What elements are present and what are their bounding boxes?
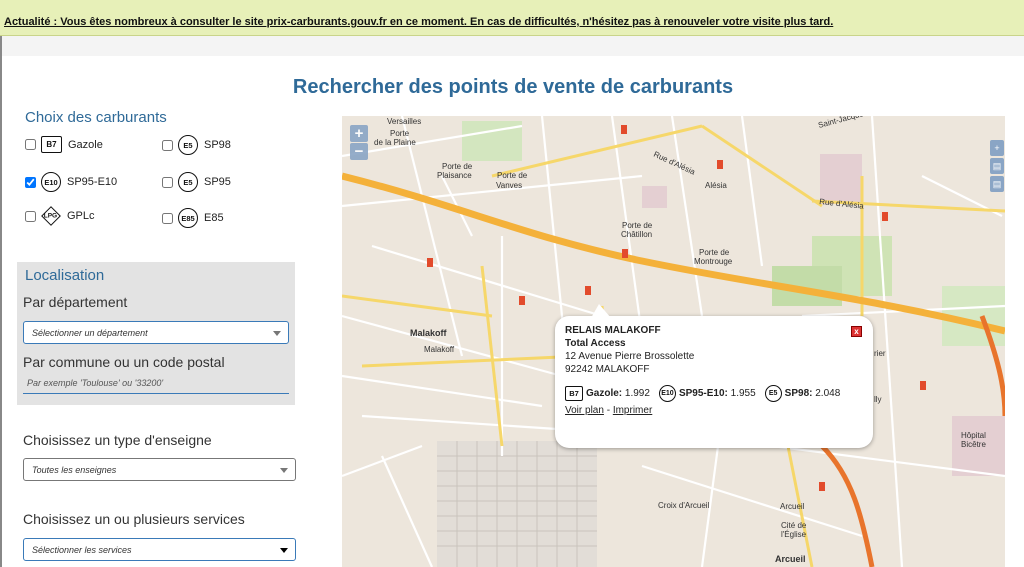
fuel-label: SP95	[204, 176, 231, 188]
fuels-title: Choix des carburants	[25, 109, 167, 126]
enseigne-select-value: Toutes les enseignes	[32, 464, 117, 475]
fuel-label: GPLc	[67, 210, 95, 222]
fuel-label: SP95-E10	[67, 176, 118, 188]
news-banner[interactable]: Actualité : Vous êtes nombreux à consult…	[0, 0, 1024, 36]
localisation-title: Localisation	[25, 267, 105, 284]
view-plan-link[interactable]: Voir plan	[565, 405, 604, 416]
price-fuel: Gazole:	[586, 388, 623, 399]
price-sp95-e10: E10 SP95-E10: 1.955	[658, 385, 756, 402]
enseigne-label: Choisissez un type d'enseigne	[23, 432, 212, 448]
services-select-value: Sélectionner les services	[32, 544, 132, 555]
svg-text:Porte de: Porte de	[442, 162, 473, 171]
svg-text:Croix d'Arcueil: Croix d'Arcueil	[658, 501, 710, 510]
top-strip	[2, 36, 1024, 56]
fuel-label: E85	[204, 212, 224, 224]
svg-text:Porte de: Porte de	[622, 221, 653, 230]
e85-icon: E85	[178, 208, 198, 228]
svg-text:Cité de: Cité de	[781, 521, 807, 530]
chevron-down-icon	[280, 467, 288, 473]
zoom-controls: + −	[350, 125, 368, 161]
map-side-controls: + ▤ ▤	[990, 140, 1004, 196]
e5-icon: E5	[178, 172, 198, 192]
layers-icon[interactable]: ▤	[990, 158, 1004, 174]
e5-icon: E5	[178, 135, 198, 155]
svg-text:Arcueil: Arcueil	[780, 502, 805, 511]
e10-icon: E10	[41, 172, 61, 192]
lpg-icon-text: LPG	[44, 212, 58, 220]
price-gazole: B7 Gazole: 1.992	[565, 386, 650, 401]
price-sp98: E5 SP98: 2.048	[764, 385, 841, 402]
price-value: 1.992	[624, 388, 650, 399]
svg-text:Porte de: Porte de	[699, 248, 730, 257]
department-select-value: Sélectionner un département	[32, 327, 148, 338]
layers-plus-icon[interactable]: +	[990, 140, 1004, 156]
link-separator: -	[606, 405, 611, 416]
svg-text:Bicêtre: Bicêtre	[961, 440, 986, 449]
svg-text:Vanves: Vanves	[496, 181, 522, 190]
fuel-checkbox-e85[interactable]	[162, 212, 173, 224]
svg-text:Malakoff: Malakoff	[410, 328, 448, 338]
fuel-label: SP98	[204, 139, 231, 151]
svg-text:rier: rier	[874, 349, 886, 358]
price-value: 1.955	[730, 388, 756, 399]
fuel-checkbox-gplc[interactable]	[25, 210, 36, 222]
station-city: 92242 MALAKOFF	[565, 364, 650, 375]
fuel-option-gazole[interactable]: B7 Gazole	[25, 136, 103, 153]
svg-text:lly: lly	[874, 395, 882, 404]
svg-text:Porte: Porte	[390, 129, 410, 138]
department-select[interactable]: Sélectionner un département	[23, 321, 289, 344]
services-label: Choisissez un ou plusieurs services	[23, 511, 245, 527]
fuel-option-e85[interactable]: E85 E85	[162, 208, 224, 228]
services-select[interactable]: Sélectionner les services	[23, 538, 296, 561]
chevron-down-icon	[273, 330, 281, 336]
department-label: Par département	[23, 294, 128, 310]
popup-links: Voir plan - Imprimer	[565, 405, 873, 416]
svg-text:l'Église: l'Église	[781, 530, 807, 539]
svg-text:Porte de: Porte de	[497, 171, 528, 180]
lpg-icon: LPG	[41, 206, 61, 226]
fuel-option-gplc[interactable]: LPG GPLc	[25, 206, 95, 226]
svg-text:Châtillon: Châtillon	[621, 230, 652, 239]
fuel-label: Gazole	[68, 138, 103, 151]
station-address: 12 Avenue Pierre Brossolette	[565, 351, 695, 362]
e5-icon: E5	[764, 385, 782, 402]
station-brand: Total Access	[565, 338, 626, 349]
close-icon[interactable]: x	[851, 326, 862, 337]
commune-input[interactable]: Par exemple 'Toulouse' ou '33200'	[23, 374, 289, 394]
b7-icon: B7	[41, 136, 62, 153]
layers-icon-2[interactable]: ▤	[990, 176, 1004, 192]
print-link[interactable]: Imprimer	[613, 405, 652, 416]
page-left-border	[0, 36, 2, 567]
svg-text:Plaisance: Plaisance	[437, 171, 472, 180]
price-list: B7 Gazole: 1.992 E10 SP95-E10: 1.955 E5 …	[565, 385, 873, 402]
svg-text:Montrouge: Montrouge	[694, 257, 733, 266]
b7-icon: B7	[565, 386, 583, 401]
svg-text:Arcueil: Arcueil	[775, 554, 806, 564]
fuel-checkbox-sp98[interactable]	[162, 139, 173, 151]
page-title: Rechercher des points de vente de carbur…	[292, 76, 734, 98]
price-fuel: SP95-E10:	[678, 388, 728, 399]
svg-text:Malakoff: Malakoff	[424, 345, 455, 354]
fuel-checkbox-sp95[interactable]	[162, 176, 173, 188]
chevron-down-icon	[280, 547, 288, 553]
fuel-option-sp95[interactable]: E5 SP95	[162, 172, 231, 192]
zoom-in-button[interactable]: +	[350, 125, 368, 142]
svg-text:Hôpital: Hôpital	[961, 431, 986, 440]
svg-text:Versailles: Versailles	[387, 117, 421, 126]
e10-icon: E10	[658, 385, 676, 402]
enseigne-select[interactable]: Toutes les enseignes	[23, 458, 296, 481]
popup-tail	[591, 304, 611, 318]
commune-label: Par commune ou un code postal	[23, 354, 225, 370]
price-fuel: SP98:	[784, 388, 813, 399]
svg-text:de la Plaine: de la Plaine	[374, 138, 416, 147]
station-name: RELAIS MALAKOFF	[565, 325, 661, 336]
fuel-checkbox-sp95-e10[interactable]	[25, 176, 36, 188]
fuel-checkbox-gazole[interactable]	[25, 139, 36, 150]
station-popup: x RELAIS MALAKOFF Total Access 12 Avenue…	[555, 304, 873, 448]
fuel-option-sp98[interactable]: E5 SP98	[162, 135, 231, 155]
price-value: 2.048	[815, 388, 841, 399]
svg-text:Alésia: Alésia	[705, 181, 727, 190]
fuel-option-sp95-e10[interactable]: E10 SP95-E10	[25, 172, 117, 192]
zoom-out-button[interactable]: −	[350, 143, 368, 160]
